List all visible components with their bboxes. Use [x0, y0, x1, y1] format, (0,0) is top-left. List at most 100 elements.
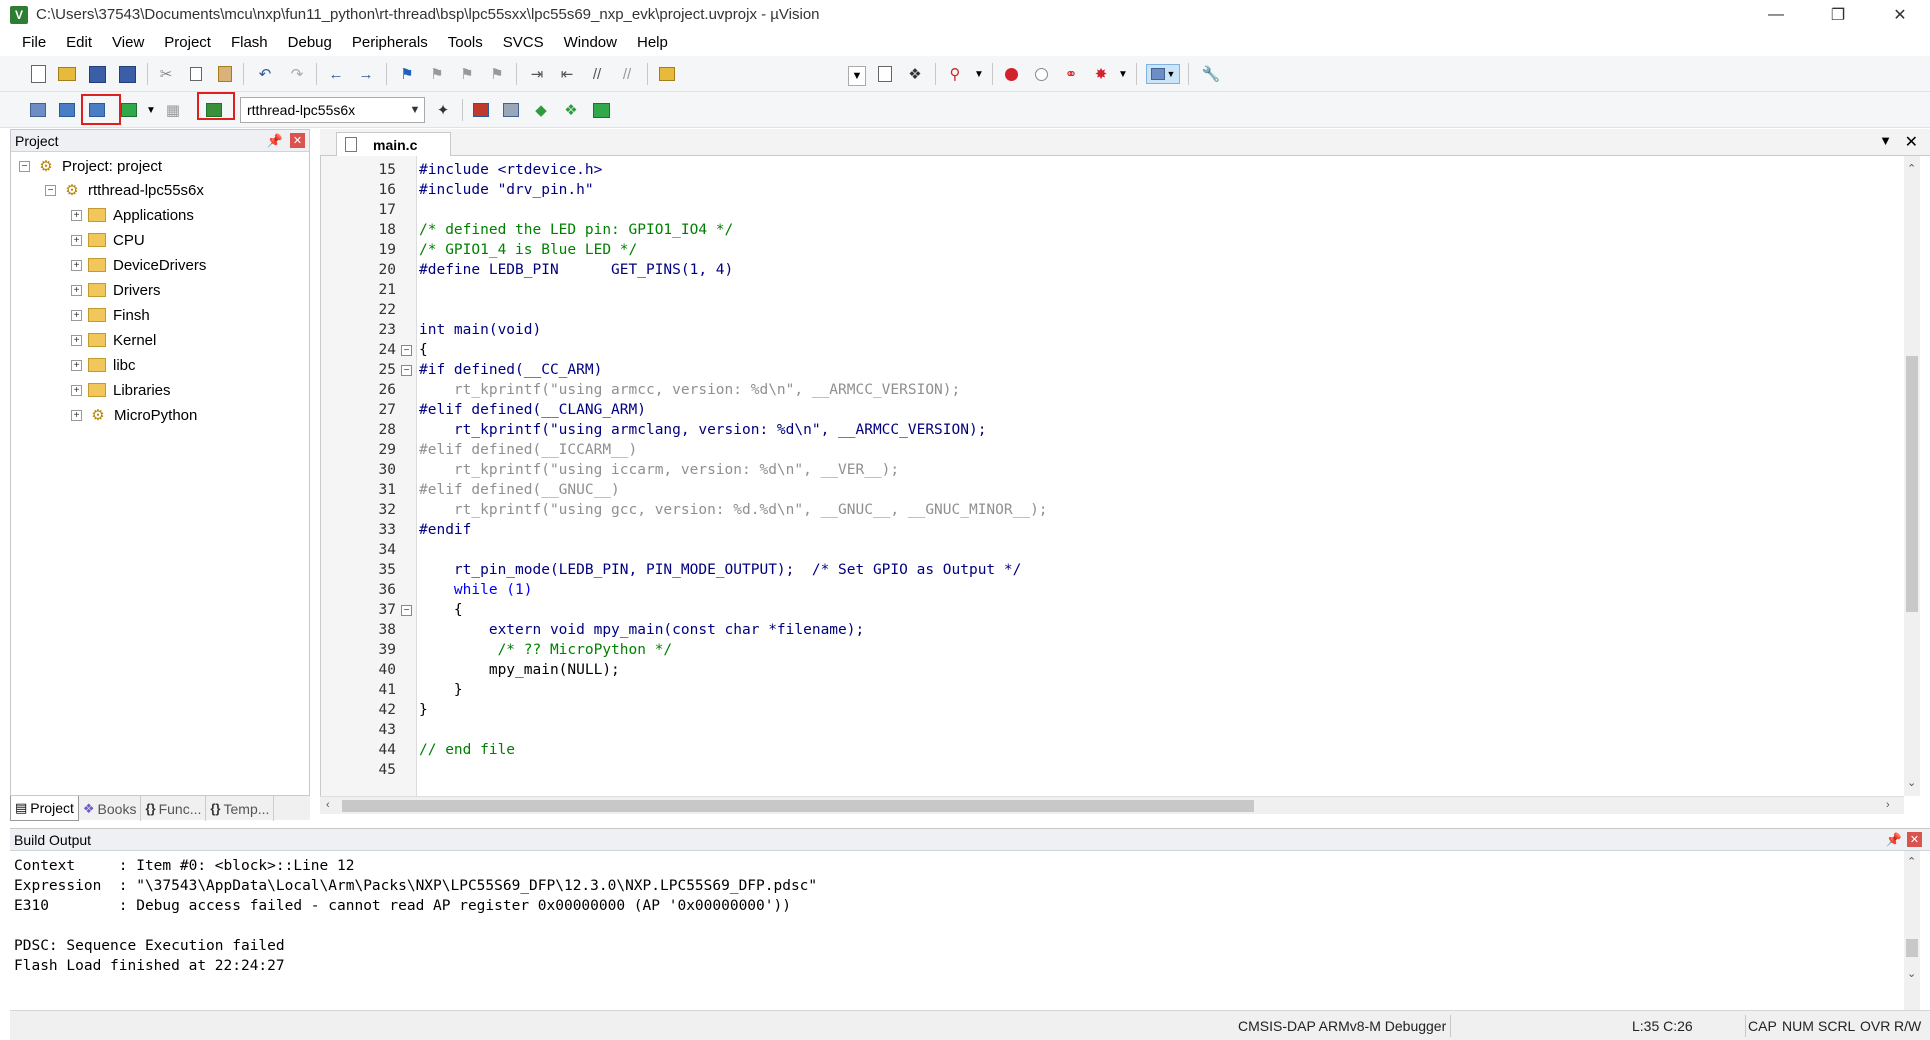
tree-group-kernel[interactable]: + Kernel: [71, 330, 156, 350]
code-editor[interactable]: 15 #include <rtdevice.h> 16 #include "drv_…: [320, 156, 1904, 796]
previous-bookmark-button[interactable]: ⚑: [426, 64, 448, 84]
tree-group-micropython[interactable]: + ⚙ MicroPython: [71, 405, 197, 425]
expand-icon[interactable]: +: [71, 359, 82, 371]
menu-svcs[interactable]: SVCS: [493, 34, 554, 51]
close-icon[interactable]: ✕: [1907, 832, 1922, 847]
find-button[interactable]: [874, 64, 896, 84]
expand-icon[interactable]: +: [71, 234, 82, 246]
manage-rte-button[interactable]: ❖: [560, 100, 582, 120]
pin-icon[interactable]: 📌: [267, 133, 283, 149]
save-all-button[interactable]: [116, 64, 138, 84]
build-output-scrollbar[interactable]: ⌃ ⌄: [1904, 851, 1920, 1011]
tab-functions[interactable]: {} Func...: [141, 796, 207, 821]
menu-window[interactable]: Window: [554, 34, 627, 51]
target-select[interactable]: rtthread-lpc55s6x ▼: [240, 97, 425, 123]
collapse-icon[interactable]: −: [19, 160, 30, 172]
menu-help[interactable]: Help: [627, 34, 678, 51]
chevron-down-icon[interactable]: ⌄: [1907, 776, 1916, 789]
pack-installer-button[interactable]: ◆: [530, 100, 552, 120]
target-options-button[interactable]: ✦: [432, 100, 454, 120]
menu-debug[interactable]: Debug: [278, 34, 342, 51]
debug-session-button[interactable]: ⚲: [944, 64, 966, 84]
menu-edit[interactable]: Edit: [56, 34, 102, 51]
cut-button[interactable]: ✂: [155, 64, 177, 84]
configure-button[interactable]: 🔧: [1200, 64, 1222, 84]
chevron-up-icon[interactable]: ⌃: [1907, 855, 1916, 868]
insert-breakpoint-button[interactable]: [1000, 64, 1022, 84]
indent-button[interactable]: ⇥: [526, 64, 548, 84]
chevron-down-icon[interactable]: ▼: [1879, 133, 1892, 148]
tree-group-devicedrivers[interactable]: + DeviceDrivers: [71, 255, 206, 275]
expand-icon[interactable]: +: [71, 409, 82, 421]
next-bookmark-button[interactable]: ⚑: [456, 64, 478, 84]
tree-root[interactable]: − ⚙ Project: project: [19, 156, 162, 176]
batch-build-dropdown[interactable]: ▼: [140, 100, 162, 120]
expand-icon[interactable]: +: [71, 284, 82, 296]
menu-view[interactable]: View: [102, 34, 154, 51]
run-time-environment-button[interactable]: [590, 100, 612, 120]
expand-icon[interactable]: +: [71, 259, 82, 271]
find-text-dropdown[interactable]: ▼: [848, 66, 866, 86]
expand-icon[interactable]: +: [71, 384, 82, 396]
tree-group-libraries[interactable]: + Libraries: [71, 380, 171, 400]
close-icon[interactable]: ✕: [1905, 132, 1918, 152]
paste-button[interactable]: [214, 64, 236, 84]
chevron-down-icon[interactable]: ⌄: [1907, 967, 1916, 980]
pin-icon[interactable]: 📌: [1886, 832, 1902, 848]
build-button[interactable]: [56, 100, 78, 120]
batch-build-button[interactable]: [118, 100, 140, 120]
breakpoints-dropdown[interactable]: ▼: [1112, 64, 1134, 84]
comment-selection-button[interactable]: //: [586, 64, 608, 84]
tree-group-cpu[interactable]: + CPU: [71, 230, 145, 250]
insert-bookmark-button[interactable]: ⚑: [396, 64, 418, 84]
manage-project-items-button[interactable]: [470, 100, 492, 120]
editor-horizontal-scrollbar[interactable]: ‹ ›: [320, 796, 1904, 814]
tab-templates[interactable]: {} Temp...: [206, 796, 275, 821]
translate-button[interactable]: [27, 100, 49, 120]
chevron-left-icon[interactable]: ‹: [326, 799, 330, 811]
expand-icon[interactable]: +: [71, 209, 82, 221]
chevron-right-icon[interactable]: ›: [1886, 799, 1890, 811]
fold-collapse-icon[interactable]: −: [401, 365, 412, 376]
undo-button[interactable]: ↶: [254, 64, 276, 84]
disable-all-breakpoints-button[interactable]: ⚭: [1060, 64, 1082, 84]
editor-vertical-scrollbar[interactable]: ⌃ ⌄: [1904, 156, 1920, 796]
tab-books[interactable]: ❖ Books: [79, 796, 142, 821]
kill-all-breakpoints-button[interactable]: ✸: [1090, 64, 1112, 84]
menu-peripherals[interactable]: Peripherals: [342, 34, 438, 51]
tree-group-applications[interactable]: + Applications: [71, 205, 194, 225]
navigate-forward-button[interactable]: →: [355, 64, 377, 84]
incremental-find-button[interactable]: ❖: [904, 64, 926, 84]
save-button[interactable]: [86, 64, 108, 84]
menu-project[interactable]: Project: [154, 34, 221, 51]
scroll-thumb[interactable]: [1906, 356, 1918, 612]
fold-collapse-icon[interactable]: −: [401, 605, 412, 616]
scroll-thumb[interactable]: [342, 800, 1254, 812]
close-window-button[interactable]: ✕: [1872, 0, 1928, 29]
close-icon[interactable]: ✕: [290, 133, 305, 148]
uncomment-selection-button[interactable]: //: [616, 64, 638, 84]
scroll-thumb[interactable]: [1906, 939, 1918, 957]
tree-group-drivers[interactable]: + Drivers: [71, 280, 161, 300]
clear-bookmarks-button[interactable]: ⚑: [486, 64, 508, 84]
tree-group-libc[interactable]: + libc: [71, 355, 136, 375]
expand-icon[interactable]: +: [71, 334, 82, 346]
tree-target[interactable]: − ⚙ rtthread-lpc55s6x: [45, 180, 204, 200]
navigate-back-button[interactable]: ←: [325, 64, 347, 84]
minimize-button[interactable]: —: [1748, 0, 1804, 29]
menu-tools[interactable]: Tools: [438, 34, 493, 51]
menu-file[interactable]: File: [12, 34, 56, 51]
new-file-button[interactable]: [27, 64, 49, 84]
tab-project[interactable]: ▤ Project: [10, 796, 79, 821]
tab-main-c[interactable]: main.c: [336, 132, 451, 156]
copy-button[interactable]: [185, 64, 207, 84]
debug-session-dropdown[interactable]: ▼: [968, 64, 990, 84]
chevron-up-icon[interactable]: ⌃: [1907, 162, 1916, 175]
redo-button[interactable]: ↷: [286, 64, 308, 84]
tree-group-finsh[interactable]: + Finsh: [71, 305, 150, 325]
restore-button[interactable]: ❐: [1810, 0, 1866, 29]
open-file-button[interactable]: [56, 64, 78, 84]
collapse-icon[interactable]: −: [45, 184, 56, 196]
expand-icon[interactable]: +: [71, 309, 82, 321]
unindent-button[interactable]: ⇤: [556, 64, 578, 84]
